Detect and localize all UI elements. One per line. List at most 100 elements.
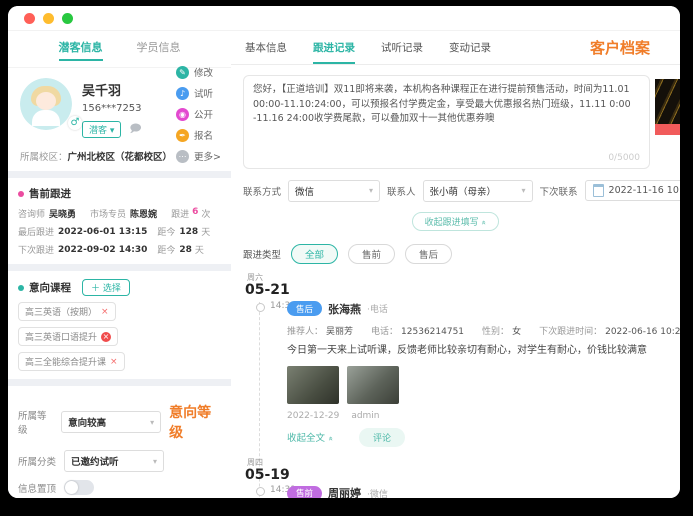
lead-status-badge[interactable]: 潜客 ▾ bbox=[82, 121, 122, 138]
intended-courses-card: 意向课程 ＋ 选择 高三英语（按期） × 高三英语口语提升 × 高三全能综合提升课 × bbox=[8, 271, 231, 379]
filter-aftersale[interactable]: 售后 bbox=[405, 244, 453, 264]
presale-follow-card: 售前跟进 咨询师 吴晓勇 市场专员 陈恩婉 跟进 6 次 最后跟进 2022-06-01 … bbox=[8, 178, 231, 264]
follow-note-textarea[interactable]: 您好，【正道培训】双11即将来袭，本机构各种课程正在进行提前预售活动，时间为11… bbox=[243, 75, 650, 169]
audition-button[interactable]: ♪ 试听 bbox=[176, 86, 221, 100]
edit-icon: ✎ bbox=[176, 65, 190, 79]
category-select[interactable]: 已邀约试听 ▾ bbox=[64, 450, 165, 472]
chevron-down-icon: ▾ bbox=[153, 456, 158, 466]
chevron-up-icon: » bbox=[479, 220, 489, 225]
profile-card: 潜客信息 学员信息 ♂ 吴千羽 156***7253 潜客 ▾ 🗩 ✎ 修改 ♪… bbox=[8, 31, 231, 171]
app-window: 潜客信息 学员信息 ♂ 吴千羽 156***7253 潜客 ▾ 🗩 ✎ 修改 ♪… bbox=[8, 6, 680, 498]
contact-form-row: 联系方式 微信 ▾ 联系人 张小萌（母亲） ▾ 下次联系 2022-11-16 10… bbox=[243, 178, 680, 203]
more-button[interactable]: ⋯ 更多> bbox=[176, 149, 221, 163]
gender-male-icon: ♂ bbox=[68, 116, 82, 130]
entry-weekday: 周六 bbox=[247, 273, 263, 282]
publish-button[interactable]: ◉ 公开 bbox=[176, 107, 221, 121]
section-dot-icon bbox=[18, 284, 24, 291]
customer-name: 吴千羽 bbox=[82, 84, 122, 99]
close-window-icon[interactable] bbox=[24, 12, 35, 24]
entry-created-date: 2022-12-29 bbox=[287, 410, 340, 421]
edit-button[interactable]: ✎ 修改 bbox=[176, 65, 221, 79]
eye-icon: ◉ bbox=[176, 107, 190, 121]
entry-text: 今日第一天来上试听课，反馈老师比较亲切有耐心，对学生有耐心，价钱比较满意 bbox=[287, 344, 647, 356]
remove-tag-icon[interactable]: × bbox=[110, 357, 118, 367]
last-follow-time: 2022-06-01 13:15 bbox=[58, 226, 148, 237]
next-follow-time: 2022-09-02 14:30 bbox=[58, 244, 148, 255]
consultant-name: 吴晓勇 bbox=[49, 210, 77, 220]
contact-method-select[interactable]: 微信 ▾ bbox=[288, 179, 381, 202]
next-contact-datepicker[interactable]: 2022-11-16 10:23 bbox=[584, 180, 680, 201]
contact-person-label: 联系人 bbox=[387, 186, 416, 198]
promo-thumbnail[interactable] bbox=[655, 79, 680, 135]
timeline-dot-icon bbox=[256, 302, 265, 312]
level-select[interactable]: 意向较高 ▾ bbox=[61, 411, 162, 433]
entry-channel: ·电话 bbox=[367, 305, 388, 316]
customer-phone: 156***7253 bbox=[82, 103, 142, 114]
entry-channel: ·微信 bbox=[367, 489, 388, 498]
entry-author: admin bbox=[351, 410, 380, 421]
tab-audition-records[interactable]: 试听记录 bbox=[381, 40, 423, 64]
tab-lead-info[interactable]: 潜客信息 bbox=[58, 39, 103, 61]
collapse-form-button[interactable]: 收起跟进填写 » bbox=[411, 212, 500, 231]
filter-presale[interactable]: 售前 bbox=[348, 244, 396, 264]
classification-card: 所属等级 意向较高 ▾ 意向等级 所属分类 已邀约试听 ▾ 信息置顶 bbox=[8, 386, 231, 498]
tab-change-records[interactable]: 变动记录 bbox=[449, 40, 491, 64]
timeline-dot-icon bbox=[256, 487, 265, 497]
entry-contact-name: 周丽婷 bbox=[328, 487, 362, 498]
chevron-up-icon: » bbox=[326, 436, 335, 442]
window-titlebar bbox=[8, 6, 680, 31]
entry-date: 05-19 bbox=[245, 466, 290, 483]
filter-label: 跟进类型 bbox=[243, 250, 282, 261]
level-label: 所属等级 bbox=[18, 411, 47, 436]
presale-title: 售前跟进 bbox=[29, 188, 71, 200]
entry-date: 05-21 bbox=[245, 282, 290, 298]
courses-title: 意向课程 bbox=[29, 282, 71, 294]
collapse-text-link[interactable]: 收起全文 » bbox=[287, 430, 335, 444]
course-tag: 高三英语口语提升 × bbox=[18, 327, 119, 346]
follow-type-filter: 跟进类型 全部 售前 售后 bbox=[243, 244, 668, 264]
entry-meta: 推荐人： 吴丽芳 电话： 12536214751 性别：女 下次跟进时间： 2022-… bbox=[287, 324, 680, 337]
attachment-photo[interactable] bbox=[347, 365, 399, 404]
maximize-window-icon[interactable] bbox=[62, 12, 73, 24]
entry-weekday: 周四 bbox=[247, 457, 263, 467]
tab-follow-records[interactable]: 跟进记录 bbox=[313, 40, 355, 64]
tab-basic-info[interactable]: 基本信息 bbox=[245, 40, 287, 64]
course-tag: 高三全能综合提升课 × bbox=[18, 352, 125, 371]
annotation-archive: 客户档案 bbox=[589, 39, 650, 57]
headphones-icon: ♪ bbox=[176, 86, 190, 100]
referrer-name: 吴丽芳 bbox=[326, 326, 354, 337]
signup-button[interactable]: ✒ 报名 bbox=[176, 128, 221, 142]
next-follow-days: 28 bbox=[179, 244, 192, 255]
remove-tag-icon[interactable]: × bbox=[101, 307, 109, 317]
chevron-down-icon: ▾ bbox=[369, 186, 374, 195]
next-follow-value: 2022-06-16 10:23 bbox=[605, 326, 680, 337]
pin-toggle[interactable] bbox=[64, 480, 95, 495]
follow-timeline: 周六 05-21 14:31 售后 张海燕 ·电话 推荐人： 吴丽芳 电话： 1… bbox=[243, 272, 680, 498]
attachment-photo[interactable] bbox=[287, 365, 339, 404]
campus-value: 广州北校区（花都校区） bbox=[67, 152, 173, 163]
wechat-icon[interactable]: 🗩 bbox=[129, 120, 141, 139]
more-dots-icon: ⋯ bbox=[176, 149, 190, 163]
chevron-down-icon: ▾ bbox=[150, 417, 155, 427]
contact-method-label: 联系方式 bbox=[243, 186, 282, 198]
profile-actions: ✎ 修改 ♪ 试听 ◉ 公开 ✒ 报名 ⋯ 更多> bbox=[176, 65, 221, 163]
add-course-button[interactable]: ＋ 选择 bbox=[82, 279, 130, 296]
section-dot-icon bbox=[18, 190, 24, 197]
comment-button[interactable]: 评论 bbox=[358, 427, 405, 447]
record-panel: 客户档案 基本信息 跟进记录 试听记录 变动记录 您好，【正道培训】双11即将来… bbox=[231, 31, 680, 498]
filter-all[interactable]: 全部 bbox=[291, 244, 339, 264]
timeline-entry: 周六 05-21 14:31 售后 张海燕 ·电话 推荐人： 吴丽芳 电话： 1… bbox=[243, 272, 680, 447]
next-contact-label: 下次联系 bbox=[539, 186, 578, 198]
remove-tag-icon[interactable]: × bbox=[101, 331, 112, 342]
market-specialist-name: 陈恩婉 bbox=[130, 210, 158, 220]
gender-value: 女 bbox=[512, 326, 522, 337]
aftersale-badge: 售后 bbox=[287, 301, 323, 317]
follow-note-text: 您好，【正道培训】双11即将来袭，本机构各种课程正在进行提前预售活动，时间为11… bbox=[253, 84, 631, 125]
course-tag: 高三英语（按期） × bbox=[18, 302, 116, 321]
contact-person-select[interactable]: 张小萌（母亲） ▾ bbox=[422, 179, 533, 202]
category-label: 所属分类 bbox=[18, 457, 57, 468]
tab-student-info[interactable]: 学员信息 bbox=[137, 39, 181, 61]
calendar-icon bbox=[592, 184, 604, 197]
minimize-window-icon[interactable] bbox=[43, 12, 54, 24]
timeline-entry: 周四 05-19 14:31 售前 周丽婷 ·微信 《离骚》是中国战国时期诗人屈… bbox=[243, 457, 680, 498]
